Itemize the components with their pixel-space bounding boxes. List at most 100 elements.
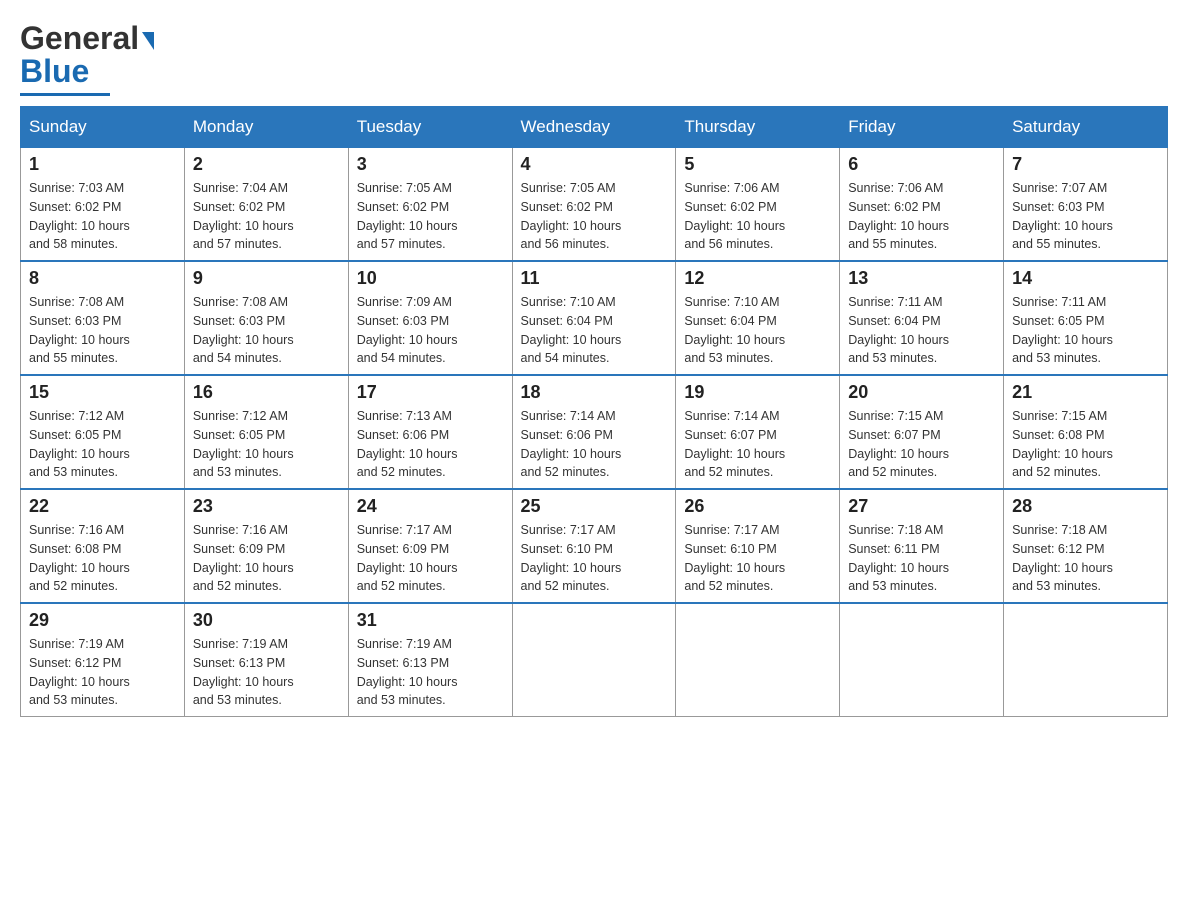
day-info: Sunrise: 7:06 AM Sunset: 6:02 PM Dayligh… bbox=[684, 179, 831, 254]
day-info: Sunrise: 7:05 AM Sunset: 6:02 PM Dayligh… bbox=[357, 179, 504, 254]
day-of-week-header: Friday bbox=[840, 107, 1004, 148]
logo-general: General bbox=[20, 20, 139, 57]
day-number: 16 bbox=[193, 382, 340, 403]
day-info: Sunrise: 7:06 AM Sunset: 6:02 PM Dayligh… bbox=[848, 179, 995, 254]
day-number: 13 bbox=[848, 268, 995, 289]
day-info: Sunrise: 7:19 AM Sunset: 6:12 PM Dayligh… bbox=[29, 635, 176, 710]
day-info: Sunrise: 7:12 AM Sunset: 6:05 PM Dayligh… bbox=[29, 407, 176, 482]
day-number: 12 bbox=[684, 268, 831, 289]
calendar-cell: 26 Sunrise: 7:17 AM Sunset: 6:10 PM Dayl… bbox=[676, 489, 840, 603]
calendar-header-row: SundayMondayTuesdayWednesdayThursdayFrid… bbox=[21, 107, 1168, 148]
day-number: 11 bbox=[521, 268, 668, 289]
calendar-cell: 31 Sunrise: 7:19 AM Sunset: 6:13 PM Dayl… bbox=[348, 603, 512, 717]
day-info: Sunrise: 7:10 AM Sunset: 6:04 PM Dayligh… bbox=[521, 293, 668, 368]
calendar-cell: 18 Sunrise: 7:14 AM Sunset: 6:06 PM Dayl… bbox=[512, 375, 676, 489]
day-number: 17 bbox=[357, 382, 504, 403]
day-of-week-header: Sunday bbox=[21, 107, 185, 148]
calendar-cell: 2 Sunrise: 7:04 AM Sunset: 6:02 PM Dayli… bbox=[184, 148, 348, 262]
calendar-cell: 20 Sunrise: 7:15 AM Sunset: 6:07 PM Dayl… bbox=[840, 375, 1004, 489]
day-of-week-header: Monday bbox=[184, 107, 348, 148]
day-of-week-header: Wednesday bbox=[512, 107, 676, 148]
logo-underline bbox=[20, 93, 110, 96]
day-number: 25 bbox=[521, 496, 668, 517]
day-info: Sunrise: 7:11 AM Sunset: 6:04 PM Dayligh… bbox=[848, 293, 995, 368]
calendar-week-row: 8 Sunrise: 7:08 AM Sunset: 6:03 PM Dayli… bbox=[21, 261, 1168, 375]
day-number: 7 bbox=[1012, 154, 1159, 175]
day-info: Sunrise: 7:15 AM Sunset: 6:08 PM Dayligh… bbox=[1012, 407, 1159, 482]
day-number: 23 bbox=[193, 496, 340, 517]
day-number: 27 bbox=[848, 496, 995, 517]
calendar-cell: 3 Sunrise: 7:05 AM Sunset: 6:02 PM Dayli… bbox=[348, 148, 512, 262]
day-number: 28 bbox=[1012, 496, 1159, 517]
calendar-cell: 13 Sunrise: 7:11 AM Sunset: 6:04 PM Dayl… bbox=[840, 261, 1004, 375]
logo-blue: Blue bbox=[20, 53, 89, 90]
calendar-cell: 6 Sunrise: 7:06 AM Sunset: 6:02 PM Dayli… bbox=[840, 148, 1004, 262]
calendar-cell: 10 Sunrise: 7:09 AM Sunset: 6:03 PM Dayl… bbox=[348, 261, 512, 375]
calendar-cell: 11 Sunrise: 7:10 AM Sunset: 6:04 PM Dayl… bbox=[512, 261, 676, 375]
day-number: 30 bbox=[193, 610, 340, 631]
day-number: 5 bbox=[684, 154, 831, 175]
day-info: Sunrise: 7:12 AM Sunset: 6:05 PM Dayligh… bbox=[193, 407, 340, 482]
day-number: 20 bbox=[848, 382, 995, 403]
calendar-cell: 15 Sunrise: 7:12 AM Sunset: 6:05 PM Dayl… bbox=[21, 375, 185, 489]
day-number: 15 bbox=[29, 382, 176, 403]
day-of-week-header: Saturday bbox=[1004, 107, 1168, 148]
day-info: Sunrise: 7:17 AM Sunset: 6:10 PM Dayligh… bbox=[684, 521, 831, 596]
day-number: 24 bbox=[357, 496, 504, 517]
day-info: Sunrise: 7:03 AM Sunset: 6:02 PM Dayligh… bbox=[29, 179, 176, 254]
calendar-cell: 17 Sunrise: 7:13 AM Sunset: 6:06 PM Dayl… bbox=[348, 375, 512, 489]
day-number: 8 bbox=[29, 268, 176, 289]
calendar-cell: 4 Sunrise: 7:05 AM Sunset: 6:02 PM Dayli… bbox=[512, 148, 676, 262]
calendar-cell: 29 Sunrise: 7:19 AM Sunset: 6:12 PM Dayl… bbox=[21, 603, 185, 717]
calendar-cell: 27 Sunrise: 7:18 AM Sunset: 6:11 PM Dayl… bbox=[840, 489, 1004, 603]
day-number: 26 bbox=[684, 496, 831, 517]
calendar-cell: 24 Sunrise: 7:17 AM Sunset: 6:09 PM Dayl… bbox=[348, 489, 512, 603]
day-of-week-header: Thursday bbox=[676, 107, 840, 148]
day-info: Sunrise: 7:17 AM Sunset: 6:09 PM Dayligh… bbox=[357, 521, 504, 596]
day-number: 6 bbox=[848, 154, 995, 175]
day-info: Sunrise: 7:08 AM Sunset: 6:03 PM Dayligh… bbox=[29, 293, 176, 368]
calendar-cell: 9 Sunrise: 7:08 AM Sunset: 6:03 PM Dayli… bbox=[184, 261, 348, 375]
day-number: 9 bbox=[193, 268, 340, 289]
calendar-week-row: 15 Sunrise: 7:12 AM Sunset: 6:05 PM Dayl… bbox=[21, 375, 1168, 489]
day-number: 1 bbox=[29, 154, 176, 175]
day-number: 10 bbox=[357, 268, 504, 289]
day-number: 22 bbox=[29, 496, 176, 517]
calendar-week-row: 1 Sunrise: 7:03 AM Sunset: 6:02 PM Dayli… bbox=[21, 148, 1168, 262]
calendar-cell: 16 Sunrise: 7:12 AM Sunset: 6:05 PM Dayl… bbox=[184, 375, 348, 489]
calendar-cell bbox=[1004, 603, 1168, 717]
logo-arrow-icon bbox=[142, 32, 154, 50]
calendar-cell: 1 Sunrise: 7:03 AM Sunset: 6:02 PM Dayli… bbox=[21, 148, 185, 262]
day-info: Sunrise: 7:18 AM Sunset: 6:11 PM Dayligh… bbox=[848, 521, 995, 596]
day-info: Sunrise: 7:04 AM Sunset: 6:02 PM Dayligh… bbox=[193, 179, 340, 254]
day-number: 21 bbox=[1012, 382, 1159, 403]
calendar-cell: 25 Sunrise: 7:17 AM Sunset: 6:10 PM Dayl… bbox=[512, 489, 676, 603]
day-info: Sunrise: 7:05 AM Sunset: 6:02 PM Dayligh… bbox=[521, 179, 668, 254]
calendar-cell bbox=[512, 603, 676, 717]
calendar-week-row: 29 Sunrise: 7:19 AM Sunset: 6:12 PM Dayl… bbox=[21, 603, 1168, 717]
day-number: 4 bbox=[521, 154, 668, 175]
day-info: Sunrise: 7:14 AM Sunset: 6:07 PM Dayligh… bbox=[684, 407, 831, 482]
calendar-cell: 23 Sunrise: 7:16 AM Sunset: 6:09 PM Dayl… bbox=[184, 489, 348, 603]
calendar-cell: 5 Sunrise: 7:06 AM Sunset: 6:02 PM Dayli… bbox=[676, 148, 840, 262]
calendar-cell: 21 Sunrise: 7:15 AM Sunset: 6:08 PM Dayl… bbox=[1004, 375, 1168, 489]
day-number: 18 bbox=[521, 382, 668, 403]
day-number: 29 bbox=[29, 610, 176, 631]
day-info: Sunrise: 7:08 AM Sunset: 6:03 PM Dayligh… bbox=[193, 293, 340, 368]
day-info: Sunrise: 7:11 AM Sunset: 6:05 PM Dayligh… bbox=[1012, 293, 1159, 368]
day-info: Sunrise: 7:19 AM Sunset: 6:13 PM Dayligh… bbox=[357, 635, 504, 710]
day-number: 2 bbox=[193, 154, 340, 175]
day-info: Sunrise: 7:16 AM Sunset: 6:08 PM Dayligh… bbox=[29, 521, 176, 596]
day-info: Sunrise: 7:18 AM Sunset: 6:12 PM Dayligh… bbox=[1012, 521, 1159, 596]
day-info: Sunrise: 7:07 AM Sunset: 6:03 PM Dayligh… bbox=[1012, 179, 1159, 254]
day-info: Sunrise: 7:19 AM Sunset: 6:13 PM Dayligh… bbox=[193, 635, 340, 710]
day-info: Sunrise: 7:16 AM Sunset: 6:09 PM Dayligh… bbox=[193, 521, 340, 596]
calendar-cell: 19 Sunrise: 7:14 AM Sunset: 6:07 PM Dayl… bbox=[676, 375, 840, 489]
calendar-cell: 7 Sunrise: 7:07 AM Sunset: 6:03 PM Dayli… bbox=[1004, 148, 1168, 262]
day-number: 31 bbox=[357, 610, 504, 631]
calendar-table: SundayMondayTuesdayWednesdayThursdayFrid… bbox=[20, 106, 1168, 717]
calendar-cell: 12 Sunrise: 7:10 AM Sunset: 6:04 PM Dayl… bbox=[676, 261, 840, 375]
day-number: 19 bbox=[684, 382, 831, 403]
page-header: General Blue bbox=[20, 20, 1168, 96]
day-number: 3 bbox=[357, 154, 504, 175]
